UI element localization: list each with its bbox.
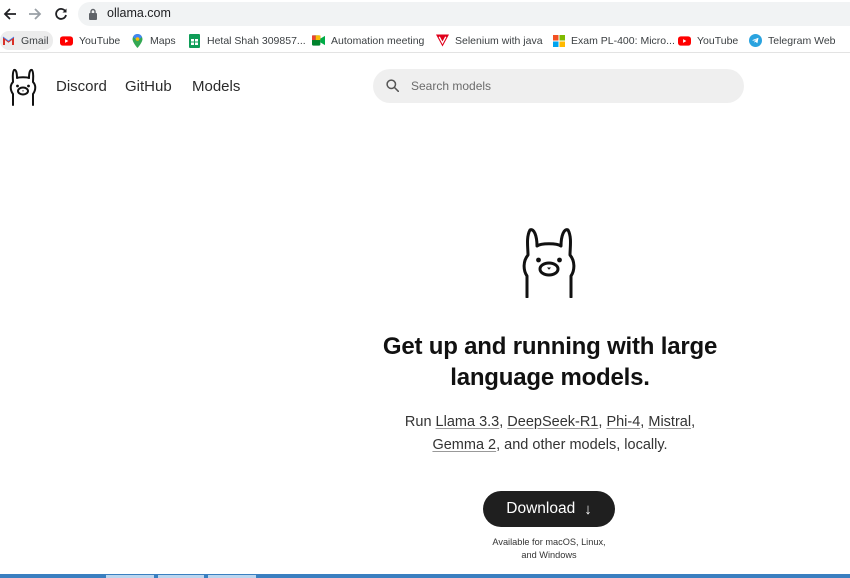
bookmark-label: Exam PL-400: Micro...	[571, 34, 675, 47]
microsoft-icon	[552, 34, 565, 47]
bookmark-label: Hetal Shah 309857...	[207, 34, 306, 47]
maps-icon	[131, 33, 144, 48]
search-input[interactable]	[411, 77, 731, 95]
lock-icon	[88, 7, 98, 25]
browser-toolbar: ollama.com	[0, 0, 850, 28]
reload-button[interactable]	[51, 4, 71, 24]
bookmark-microsoft[interactable]: Exam PL-400: Micro...	[552, 31, 675, 50]
bookmark-gmail[interactable]: Gmail	[0, 31, 54, 50]
selenium-icon	[436, 34, 449, 47]
reload-icon	[55, 8, 67, 20]
ollama-logo-icon[interactable]	[6, 68, 40, 106]
forward-arrow-icon	[29, 8, 42, 20]
bookmark-telegram[interactable]: Telegram Web	[749, 31, 836, 50]
bookmark-label: Automation meeting	[331, 34, 425, 47]
model-link-deepseek[interactable]: DeepSeek-R1	[507, 414, 598, 430]
hero-title: Get up and running with large language m…	[350, 331, 750, 393]
youtube-icon	[60, 34, 73, 47]
bookmark-label: Gmail	[21, 34, 49, 47]
download-arrow-icon: ↓	[584, 500, 592, 518]
bookmark-maps[interactable]: Maps	[131, 31, 176, 50]
telegram-icon	[749, 34, 762, 47]
model-link-phi[interactable]: Phi-4	[606, 414, 640, 430]
availability-line-1: Available for macOS, Linux,	[492, 537, 606, 547]
meet-icon	[312, 34, 325, 47]
bookmark-label: Selenium with java	[455, 34, 543, 47]
back-arrow-icon	[3, 8, 16, 20]
address-bar[interactable]: ollama.com	[78, 2, 850, 26]
subtitle-suffix: , and other models, locally.	[496, 437, 668, 453]
bookmarks-bar: Gmail YouTube Maps Hetal Shah 309857... …	[0, 28, 850, 53]
download-label: Download	[506, 500, 576, 517]
forward-button[interactable]	[25, 4, 45, 24]
bookmark-label: YouTube	[79, 34, 121, 47]
back-button[interactable]	[0, 4, 20, 24]
download-button[interactable]: Download ↓	[483, 491, 615, 527]
hero-subtitle: Run Llama 3.3, DeepSeek-R1, Phi-4, Mistr…	[404, 414, 696, 453]
hero-title-line-2: language models.	[450, 364, 650, 391]
hero-title-line-1: Get up and running with large	[382, 333, 718, 360]
subtitle-prefix: Run	[404, 414, 436, 430]
bookmark-selenium[interactable]: Selenium with java	[436, 31, 543, 50]
availability-line-2: and Windows	[521, 550, 577, 560]
search-icon	[386, 79, 400, 97]
search-box[interactable]	[373, 69, 744, 103]
model-link-mistral[interactable]: Mistral	[648, 414, 691, 430]
nav-models-link[interactable]: Models	[192, 78, 240, 95]
gmail-icon	[2, 34, 15, 47]
nav-discord-link[interactable]: Discord	[56, 78, 107, 95]
bookmark-sheets[interactable]: Hetal Shah 309857...	[188, 31, 306, 50]
sheets-icon	[188, 33, 201, 48]
model-link-llama[interactable]: Llama 3.3	[436, 414, 500, 430]
bookmark-youtube[interactable]: YouTube	[60, 31, 120, 50]
availability-note: Available for macOS, Linux, and Windows	[480, 536, 618, 562]
bookmark-label: Maps	[150, 34, 176, 47]
url-text: ollama.com	[107, 6, 171, 20]
ollama-hero-logo-icon	[522, 228, 576, 298]
bookmark-meet[interactable]: Automation meeting	[312, 31, 424, 50]
youtube-icon	[678, 34, 691, 47]
bookmark-label: Telegram Web	[768, 34, 836, 47]
bookmark-youtube-2[interactable]: YouTube	[678, 31, 738, 50]
model-link-gemma[interactable]: Gemma 2	[432, 437, 496, 453]
nav-github-link[interactable]: GitHub	[125, 78, 172, 95]
bookmark-label: YouTube	[697, 34, 739, 47]
